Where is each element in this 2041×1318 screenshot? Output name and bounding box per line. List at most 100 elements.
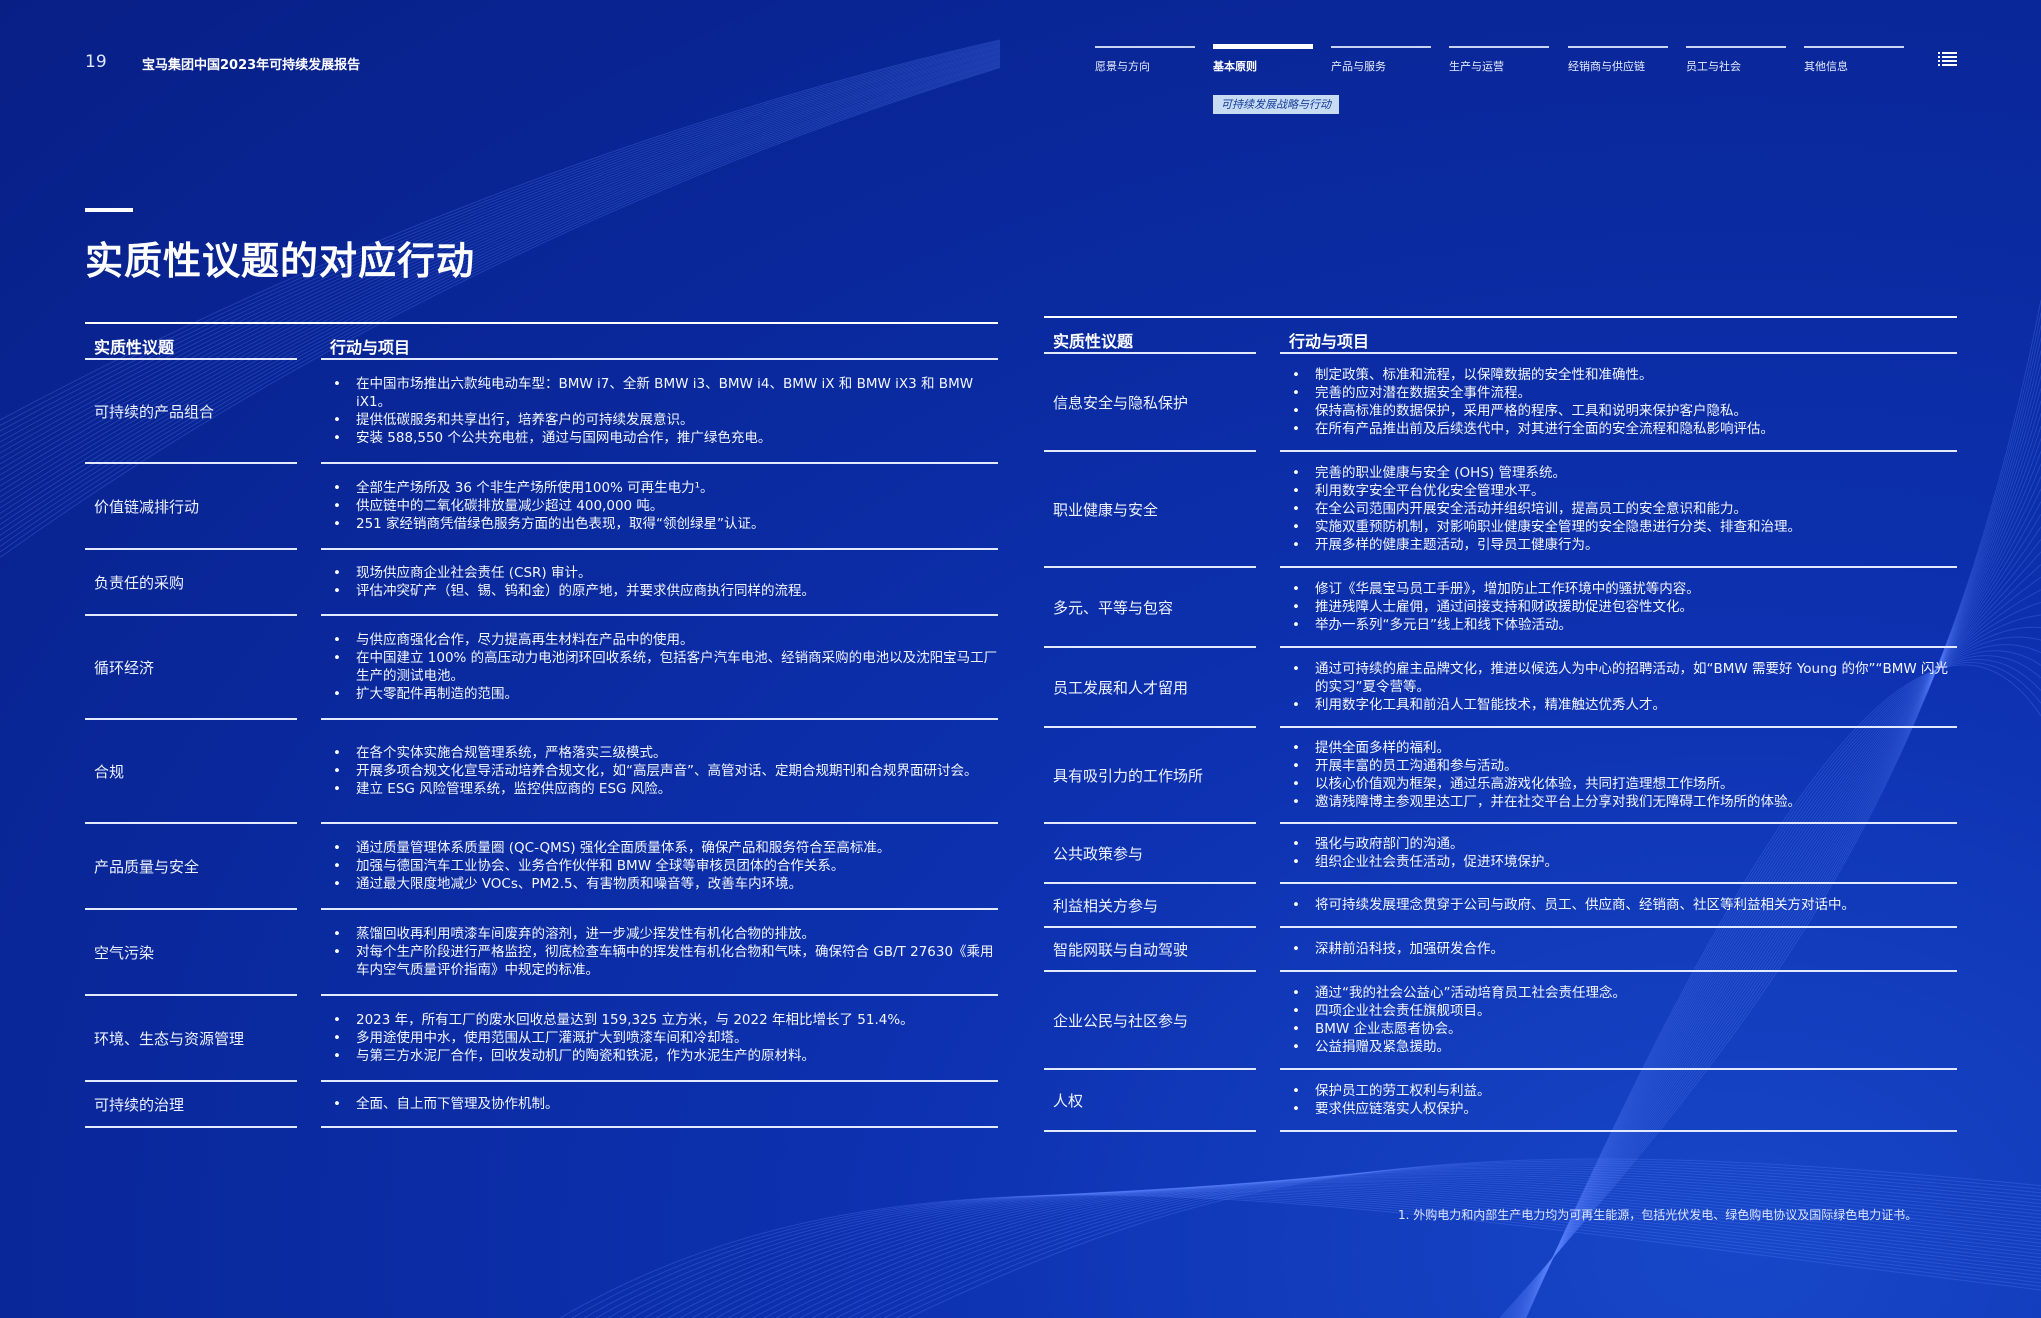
row-actions: 将可持续发展理念贯穿于公司与政府、员工、供应商、经销商、社区等利益相关方对话中。 bbox=[1280, 884, 1957, 928]
row-actions: 深耕前沿科技，加强研发合作。 bbox=[1280, 928, 1957, 972]
row-topic: 价值链减排行动 bbox=[85, 464, 297, 550]
nav-tab-principles[interactable]: 基本原则 bbox=[1213, 44, 1313, 82]
action-item: 在各个实体实施合规管理系统，严格落实三级模式。 bbox=[333, 744, 998, 762]
action-item: 加强与德国汽车工业协会、业务合作伙伴和 BMW 全球等审核员团体的合作关系。 bbox=[333, 857, 998, 875]
table-row: 企业公民与社区参与通过“我的社会公益心”活动培育员工社会责任理念。四项企业社会责… bbox=[1044, 972, 1957, 1070]
action-item: 与供应商强化合作，尽力提高再生材料在产品中的使用。 bbox=[333, 631, 998, 649]
table-row: 循环经济与供应商强化合作，尽力提高再生材料在产品中的使用。在中国建立 100% … bbox=[85, 616, 998, 720]
column-header-actions: 行动与项目 bbox=[1289, 332, 1370, 351]
row-topic: 负责任的采购 bbox=[85, 550, 297, 616]
action-item: 四项企业社会责任旗舰项目。 bbox=[1292, 1002, 1957, 1020]
action-item: 举办一系列“多元日”线上和线下体验活动。 bbox=[1292, 616, 1957, 634]
row-topic: 可持续的治理 bbox=[85, 1082, 297, 1128]
action-item: 强化与政府部门的沟通。 bbox=[1292, 835, 1957, 853]
row-actions: 提供全面多样的福利。开展丰富的员工沟通和参与活动。以核心价值观为框架，通过乐高游… bbox=[1280, 728, 1957, 824]
action-item: 深耕前沿科技，加强研发合作。 bbox=[1292, 940, 1957, 958]
action-item: 开展多样的健康主题活动，引导员工健康行为。 bbox=[1292, 536, 1957, 554]
row-topic: 合规 bbox=[85, 720, 297, 824]
action-item: 在中国市场推出六款纯电动车型：BMW i7、全新 BMW i3、BMW i4、B… bbox=[333, 375, 998, 411]
nav-tab-production[interactable]: 生产与运营 bbox=[1449, 46, 1549, 82]
title-accent-bar bbox=[85, 208, 133, 212]
table-row: 公共政策参与 强化与政府部门的沟通。组织企业社会责任活动，促进环境保护。 bbox=[1044, 824, 1957, 884]
action-list: 全面、自上而下管理及协作机制。 bbox=[321, 1095, 998, 1113]
table-row: 信息安全与隐私保护制定政策、标准和流程，以保障数据的安全性和准确性。完善的应对潜… bbox=[1044, 354, 1957, 452]
row-actions: 全部生产场所及 36 个非生产场所使用100% 可再生电力¹。供应链中的二氧化碳… bbox=[321, 464, 998, 550]
nav-tab-products[interactable]: 产品与服务 bbox=[1331, 46, 1431, 82]
action-item: 扩大零配件再制造的范围。 bbox=[333, 685, 998, 703]
row-actions: 全面、自上而下管理及协作机制。 bbox=[321, 1082, 998, 1128]
action-item: 评估冲突矿产（钽、锡、钨和金）的原产地，并要求供应商执行同样的流程。 bbox=[333, 582, 998, 600]
table-row: 产品质量与安全 通过质量管理体系质量圈 (QC-QMS) 强化全面质量体系，确保产… bbox=[85, 824, 998, 910]
action-item: 实施双重预防机制，对影响职业健康安全管理的安全隐患进行分类、排查和治理。 bbox=[1292, 518, 1957, 536]
table-row: 可持续的产品组合在中国市场推出六款纯电动车型：BMW i7、全新 BMW i3、… bbox=[85, 360, 998, 464]
row-actions: 通过质量管理体系质量圈 (QC-QMS) 强化全面质量体系，确保产品和服务符合至… bbox=[321, 824, 998, 910]
row-topic: 利益相关方参与 bbox=[1044, 884, 1256, 928]
footnote: 1. 外购电力和内部生产电力均为可再生能源，包括光伏发电、绿色购电协议及国际绿色… bbox=[1398, 1208, 1918, 1222]
action-list: 在中国市场推出六款纯电动车型：BMW i7、全新 BMW i3、BMW i4、B… bbox=[321, 375, 998, 447]
action-list: 深耕前沿科技，加强研发合作。 bbox=[1280, 940, 1957, 958]
action-item: 组织企业社会责任活动，促进环境保护。 bbox=[1292, 853, 1957, 871]
action-item: 通过质量管理体系质量圈 (QC-QMS) 强化全面质量体系，确保产品和服务符合至… bbox=[333, 839, 998, 857]
row-topic: 信息安全与隐私保护 bbox=[1044, 354, 1256, 452]
action-item: 对每个生产阶段进行严格监控，彻底检查车辆中的挥发性有机化合物和气味，确保符合 G… bbox=[333, 943, 998, 979]
row-topic: 可持续的产品组合 bbox=[85, 360, 297, 464]
row-topic: 具有吸引力的工作场所 bbox=[1044, 728, 1256, 824]
row-actions: 保护员工的劳工权利与利益。要求供应链落实人权保护。 bbox=[1280, 1070, 1957, 1132]
nav-tab-other[interactable]: 其他信息 bbox=[1804, 46, 1904, 82]
row-topic: 空气污染 bbox=[85, 910, 297, 996]
row-topic: 企业公民与社区参与 bbox=[1044, 972, 1256, 1070]
action-item: 提供全面多样的福利。 bbox=[1292, 739, 1957, 757]
action-item: 要求供应链落实人权保护。 bbox=[1292, 1100, 1957, 1118]
table-row: 具有吸引力的工作场所提供全面多样的福利。开展丰富的员工沟通和参与活动。以核心价值… bbox=[1044, 728, 1957, 824]
row-topic: 公共政策参与 bbox=[1044, 824, 1256, 884]
action-list: 制定政策、标准和流程，以保障数据的安全性和准确性。完善的应对潜在数据安全事件流程… bbox=[1280, 366, 1957, 438]
table-header: 实质性议题 行动与项目 bbox=[1044, 316, 1957, 356]
action-list: 在各个实体实施合规管理系统，严格落实三级模式。开展多项合规文化宣导活动培养合规文… bbox=[321, 744, 998, 798]
table-row: 职业健康与安全完善的职业健康与安全 (OHS) 管理系统。利用数字安全平台优化安… bbox=[1044, 452, 1957, 568]
action-item: 安装 588,550 个公共充电桩，通过与国网电动合作，推广绿色充电。 bbox=[333, 429, 998, 447]
row-topic: 多元、平等与包容 bbox=[1044, 568, 1256, 648]
action-item: 开展多项合规文化宣导活动培养合规文化，如“高层声音”、高管对话、定期合规期刊和合… bbox=[333, 762, 998, 780]
action-list: 蒸馏回收再利用喷漆车间废弃的溶剂，进一步减少挥发性有机化合物的排放。对每个生产阶… bbox=[321, 925, 998, 979]
row-actions: 2023 年，所有工厂的废水回收总量达到 159,325 立方米，与 2022 … bbox=[321, 996, 998, 1082]
row-topic: 产品质量与安全 bbox=[85, 824, 297, 910]
action-item: 提供低碳服务和共享出行，培养客户的可持续发展意识。 bbox=[333, 411, 998, 429]
action-item: 保持高标准的数据保护，采用严格的程序、工具和说明来保护客户隐私。 bbox=[1292, 402, 1957, 420]
nav-tab-employees[interactable]: 员工与社会 bbox=[1686, 46, 1786, 82]
action-item: 供应链中的二氧化碳排放量减少超过 400,000 吨。 bbox=[333, 497, 998, 515]
action-item: 开展丰富的员工沟通和参与活动。 bbox=[1292, 757, 1957, 775]
nav-tab-dealers[interactable]: 经销商与供应链 bbox=[1568, 46, 1668, 82]
action-item: 与第三方水泥厂合作，回收发动机厂的陶瓷和铁泥，作为水泥生产的原材料。 bbox=[333, 1047, 998, 1065]
table-row: 员工发展和人才留用通过可持续的雇主品牌文化，推进以候选人为中心的招聘活动，如“B… bbox=[1044, 648, 1957, 728]
action-item: BMW 企业志愿者协会。 bbox=[1292, 1020, 1957, 1038]
action-list: 修订《华晨宝马员工手册》，增加防止工作环境中的骚扰等内容。推进残障人士雇佣，通过… bbox=[1280, 580, 1957, 634]
report-title: 宝马集团中国2023年可持续发展报告 bbox=[142, 58, 361, 73]
action-item: 将可持续发展理念贯穿于公司与政府、员工、供应商、经销商、社区等利益相关方对话中。 bbox=[1292, 896, 1957, 914]
column-header-topic: 实质性议题 bbox=[94, 338, 175, 357]
action-list: 通过“我的社会公益心”活动培育员工社会责任理念。四项企业社会责任旗舰项目。BMW… bbox=[1280, 984, 1957, 1056]
action-item: 邀请残障博主参观里达工厂，并在社交平台上分享对我们无障碍工作场所的体验。 bbox=[1292, 793, 1957, 811]
action-item: 利用数字化工具和前沿人工智能技术，精准触达优秀人才。 bbox=[1292, 696, 1957, 714]
table-header: 实质性议题 行动与项目 bbox=[85, 322, 998, 362]
nav-tab-vision[interactable]: 愿景与方向 bbox=[1095, 46, 1195, 82]
list-menu-icon[interactable] bbox=[1938, 51, 1957, 68]
action-list: 将可持续发展理念贯穿于公司与政府、员工、供应商、经销商、社区等利益相关方对话中。 bbox=[1280, 896, 1957, 914]
action-list: 通过可持续的雇主品牌文化，推进以候选人为中心的招聘活动，如“BMW 需要好 Yo… bbox=[1280, 660, 1957, 714]
row-actions: 通过可持续的雇主品牌文化，推进以候选人为中心的招聘活动，如“BMW 需要好 Yo… bbox=[1280, 648, 1957, 728]
table-row: 空气污染蒸馏回收再利用喷漆车间废弃的溶剂，进一步减少挥发性有机化合物的排放。对每… bbox=[85, 910, 998, 996]
action-list: 现场供应商企业社会责任 (CSR) 审计。评估冲突矿产（钽、锡、钨和金）的原产地… bbox=[321, 564, 998, 600]
action-item: 公益捐赠及紧急援助。 bbox=[1292, 1038, 1957, 1056]
action-item: 全面、自上而下管理及协作机制。 bbox=[333, 1095, 998, 1113]
action-item: 现场供应商企业社会责任 (CSR) 审计。 bbox=[333, 564, 998, 582]
table-row: 人权保护员工的劳工权利与利益。要求供应链落实人权保护。 bbox=[1044, 1070, 1957, 1132]
row-actions: 完善的职业健康与安全 (OHS) 管理系统。利用数字安全平台优化安全管理水平。在… bbox=[1280, 452, 1957, 568]
action-item: 在全公司范围内开展安全活动并组织培训，提高员工的安全意识和能力。 bbox=[1292, 500, 1957, 518]
top-bar: 19 宝马集团中国2023年可持续发展报告 愿景与方向 基本原则 产品与服务 生… bbox=[0, 0, 2041, 130]
row-actions: 在中国市场推出六款纯电动车型：BMW i7、全新 BMW i3、BMW i4、B… bbox=[321, 360, 998, 464]
sub-section-tag[interactable]: 可持续发展战略与行动 bbox=[1213, 95, 1339, 114]
row-topic: 职业健康与安全 bbox=[1044, 452, 1256, 568]
action-item: 建立 ESG 风险管理系统，监控供应商的 ESG 风险。 bbox=[333, 780, 998, 798]
row-actions: 通过“我的社会公益心”活动培育员工社会责任理念。四项企业社会责任旗舰项目。BMW… bbox=[1280, 972, 1957, 1070]
right-materiality-table: 实质性议题行动与项目信息安全与隐私保护制定政策、标准和流程，以保障数据的安全性和… bbox=[1044, 316, 1957, 1132]
action-item: 2023 年，所有工厂的废水回收总量达到 159,325 立方米，与 2022 … bbox=[333, 1011, 998, 1029]
